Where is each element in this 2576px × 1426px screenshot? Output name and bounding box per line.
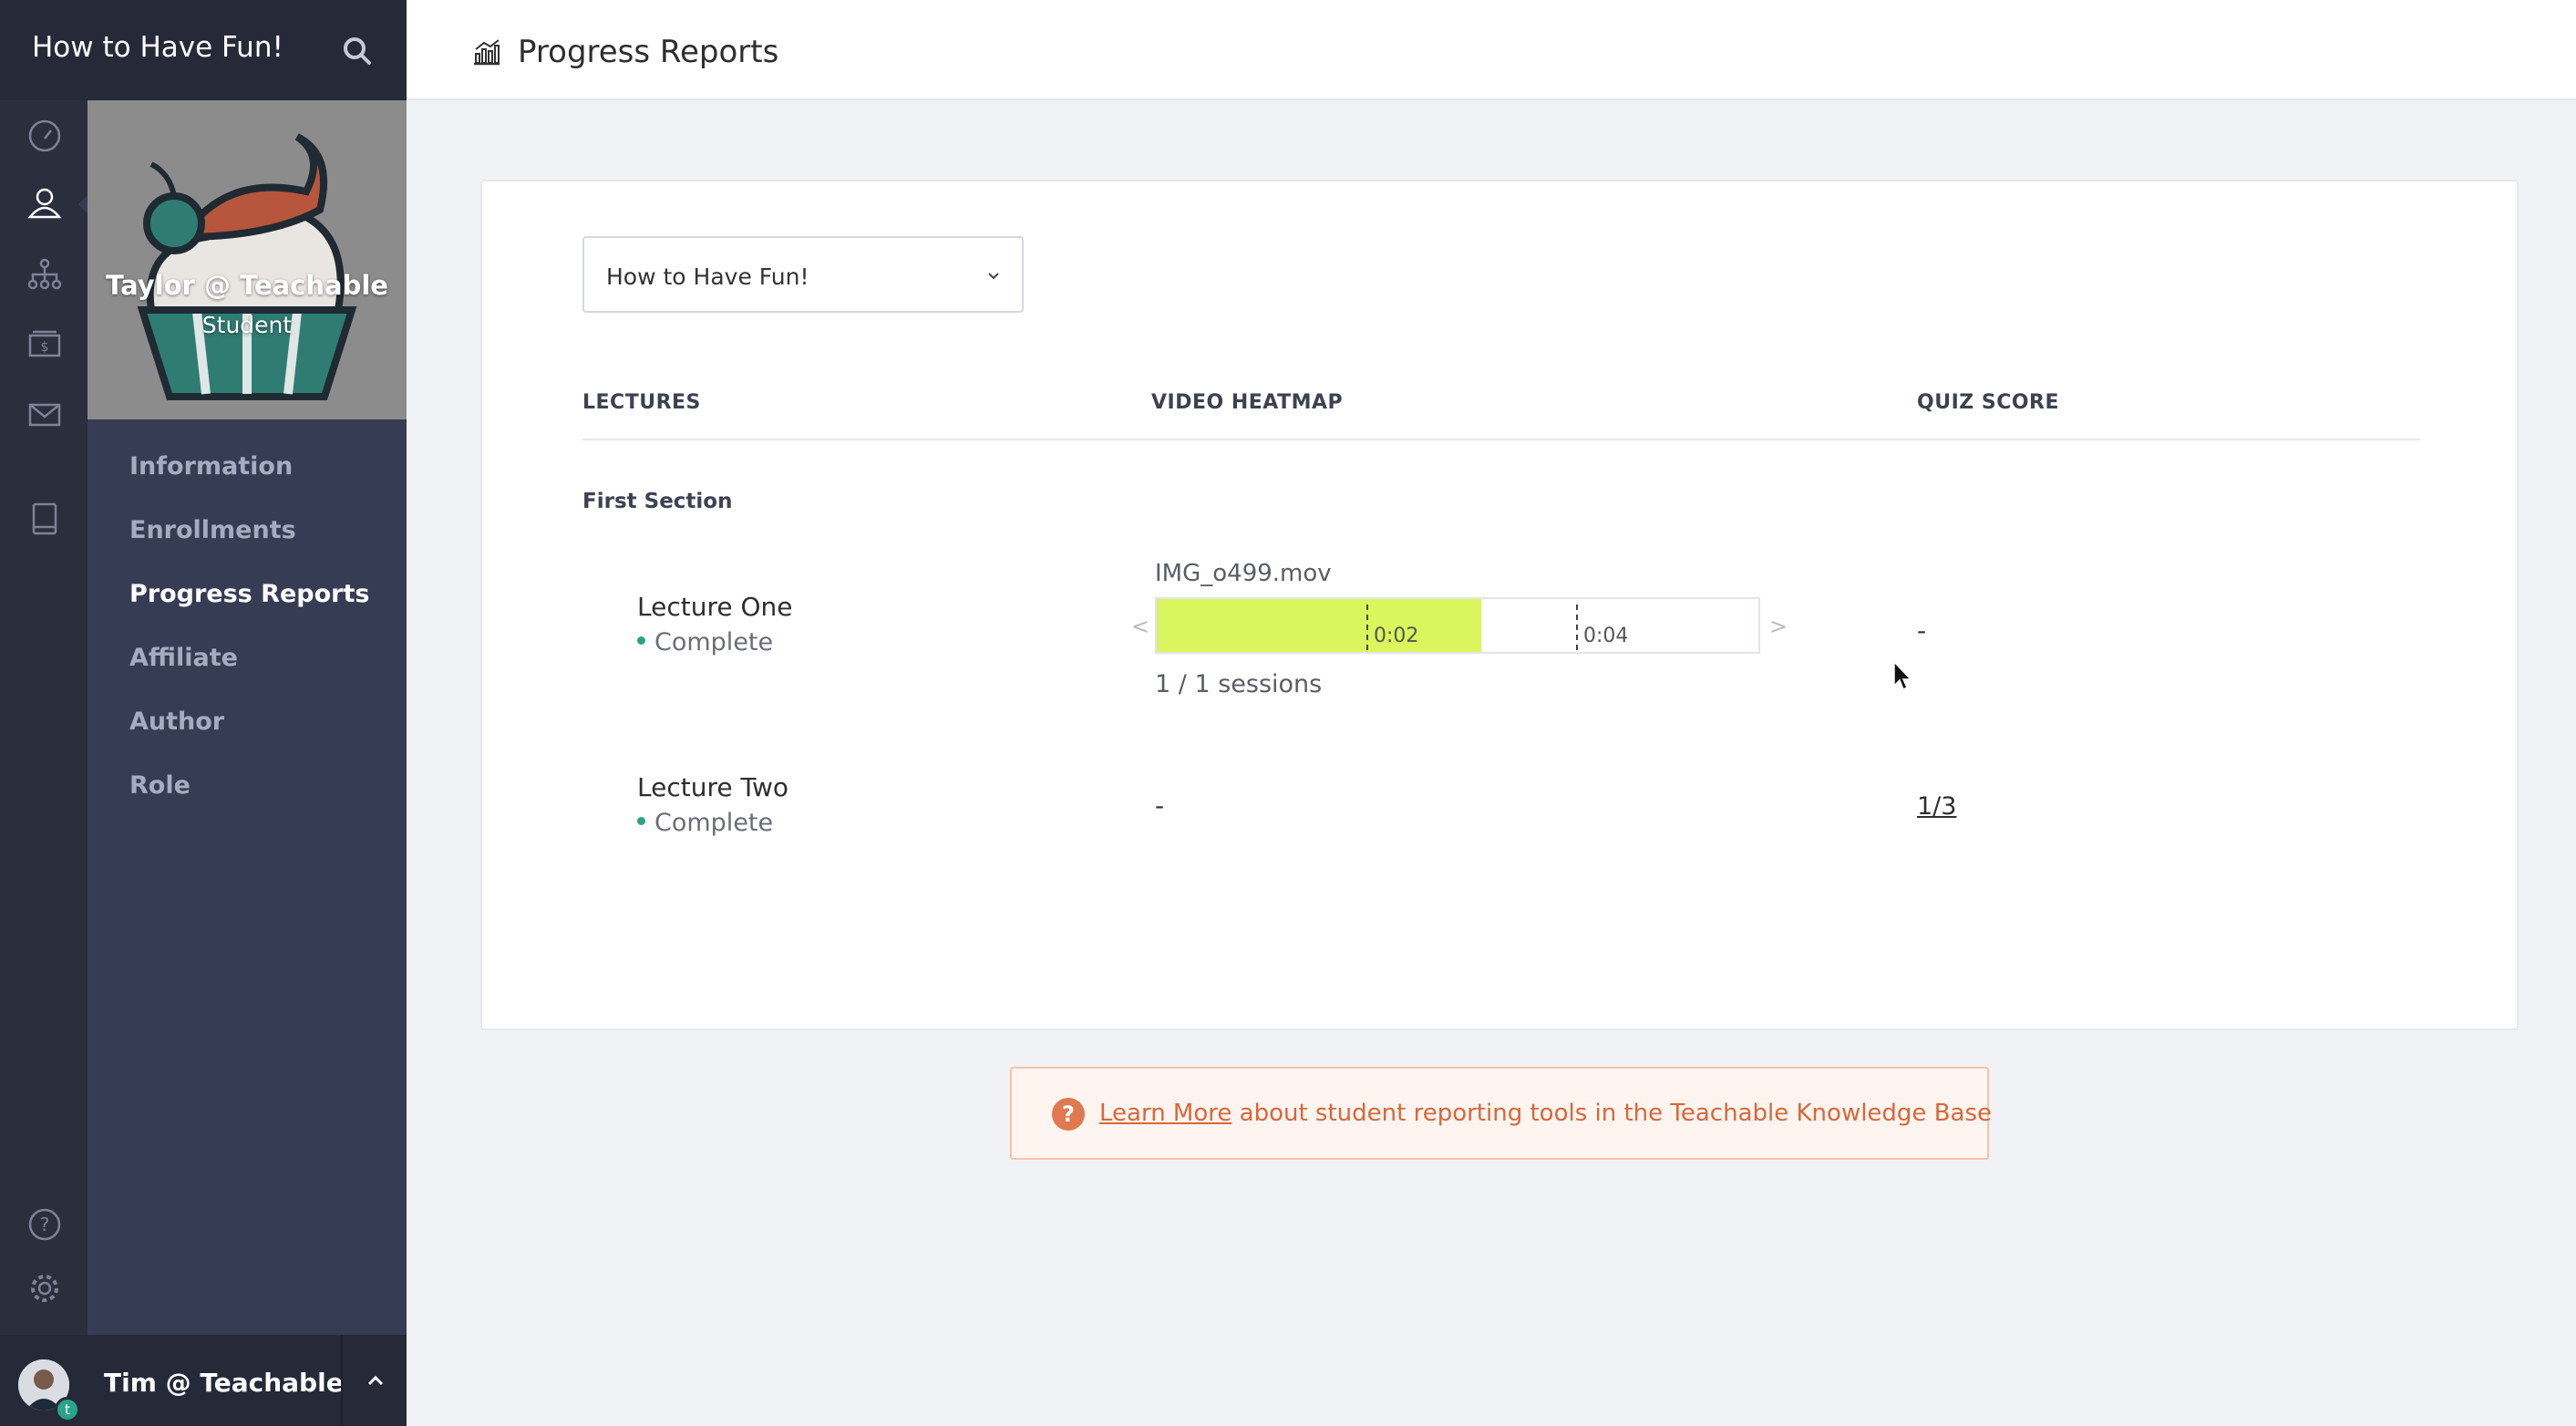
cupcake-avatar	[88, 100, 407, 419]
sidebar-item-enrollments[interactable]: Enrollments	[129, 516, 296, 544]
app-bar: How to Have Fun!	[0, 0, 407, 100]
page-header: Progress Reports	[407, 0, 2576, 100]
svg-text:$: $	[41, 340, 49, 355]
student-name: Taylor @ Teachable	[106, 270, 388, 301]
video-heatmap: 0:02 0:04	[1155, 597, 1760, 654]
sidebar-item-affiliate[interactable]: Affiliate	[129, 644, 238, 672]
lecture-status: Complete	[637, 809, 773, 837]
sales-icon[interactable]: $	[26, 325, 64, 363]
search-icon[interactable]	[339, 33, 376, 69]
heatmap-tick-label: 0:02	[1374, 625, 1419, 647]
lecture-name: Lecture One	[637, 592, 793, 622]
lectures-column-header: LECTURES	[582, 391, 701, 414]
bar-chart-icon	[472, 38, 501, 66]
help-text: Learn More about student reporting tools…	[1099, 1100, 1992, 1127]
student-subnav: Taylor @ Teachable Student Information E…	[88, 100, 407, 1335]
chevron-down-icon	[984, 265, 1004, 285]
mail-icon[interactable]	[26, 396, 64, 434]
lecture-status: Complete	[637, 628, 773, 656]
lecture-status-label: Complete	[654, 809, 774, 837]
mouse-cursor-icon	[1892, 660, 1914, 693]
gear-icon[interactable]	[26, 1269, 64, 1307]
learn-more-link[interactable]: Learn More	[1099, 1100, 1231, 1127]
heatmap-tick	[1366, 604, 1368, 650]
chevron-up-icon[interactable]	[363, 1368, 388, 1393]
help-description: about student reporting tools in the Tea…	[1231, 1100, 1993, 1127]
heatmap-next-button[interactable]: >	[1769, 614, 1788, 639]
status-dot	[637, 817, 645, 825]
sitemap-icon[interactable]	[26, 255, 64, 294]
student-role: Student	[201, 312, 293, 338]
sidebar-item-role[interactable]: Role	[129, 771, 191, 800]
current-user-name[interactable]: Tim @ Teachable	[104, 1368, 344, 1398]
quiz-column-header: QUIZ SCORE	[1917, 391, 2060, 414]
dashboard-icon[interactable]	[26, 117, 64, 155]
heatmap-watched-fill	[1157, 599, 1481, 652]
video-heatmap-empty: -	[1155, 790, 1165, 821]
course-select[interactable]: How to Have Fun!	[582, 236, 1024, 313]
heatmap-tick-label: 0:04	[1583, 625, 1629, 647]
sidebar-item-information[interactable]: Information	[129, 452, 293, 480]
video-file-name: IMG_o499.mov	[1155, 560, 1332, 587]
lecture-name: Lecture Two	[637, 772, 788, 802]
status-dot	[637, 636, 645, 645]
quiz-score-link[interactable]: 1/3	[1917, 792, 1956, 821]
sessions-count: 1 / 1 sessions	[1155, 670, 1323, 698]
sidebar-item-progress-reports[interactable]: Progress Reports	[129, 580, 369, 608]
question-icon: ?	[1052, 1098, 1085, 1131]
quiz-score: -	[1917, 615, 1927, 646]
course-select-value: How to Have Fun!	[606, 264, 809, 290]
users-icon[interactable]	[26, 184, 89, 222]
help-banner: ? Learn More about student reporting too…	[1010, 1067, 1992, 1160]
page-title: Progress Reports	[518, 34, 779, 70]
svg-text:?: ?	[40, 1214, 50, 1235]
teachable-badge: t	[55, 1397, 80, 1422]
heatmap-column-header: VIDEO HEATMAP	[1151, 391, 1344, 414]
book-icon[interactable]	[26, 500, 64, 538]
user-bar-divider	[341, 1335, 343, 1426]
student-profile-card: Taylor @ Teachable Student	[88, 100, 407, 419]
heatmap-prev-button[interactable]: <	[1131, 614, 1149, 639]
help-icon[interactable]: ?	[26, 1205, 64, 1244]
current-user-bar[interactable]: t Tim @ Teachable	[0, 1335, 407, 1426]
lecture-status-label: Complete	[654, 628, 774, 656]
progress-report-card: How to Have Fun! LECTURES VIDEO HEATMAP …	[480, 180, 2519, 1030]
sidebar-item-author[interactable]: Author	[129, 708, 224, 736]
section-title: First Section	[582, 490, 733, 513]
header-divider	[582, 439, 2420, 440]
app-title[interactable]: How to Have Fun!	[32, 31, 283, 64]
heatmap-tick	[1576, 604, 1578, 650]
